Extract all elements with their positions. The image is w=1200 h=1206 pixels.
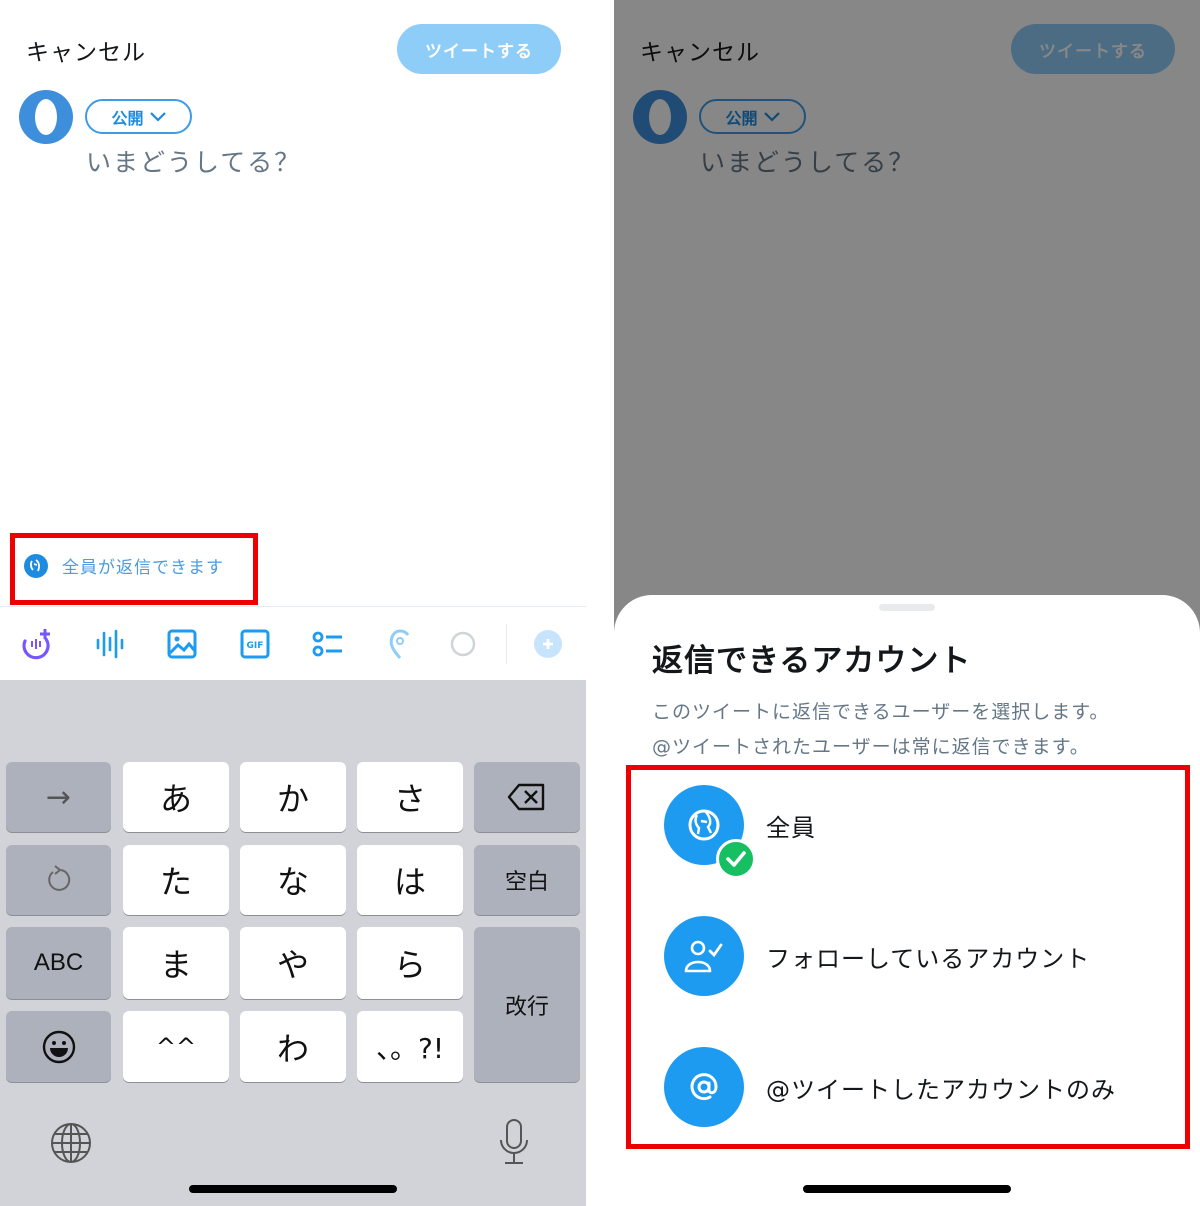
audience-label: 公開 (111, 110, 144, 128)
avatar[interactable] (19, 90, 73, 144)
description-line: @ツイートされたユーザーは常に返信できます。 (652, 736, 1090, 758)
gif-icon[interactable]: GIF (237, 626, 273, 662)
key-ra[interactable]: ら (357, 927, 463, 999)
globe-keyboard-switch-icon[interactable] (50, 1122, 92, 1168)
key-ha[interactable]: は (357, 845, 463, 915)
tweet-button[interactable]: ツイートする (397, 24, 561, 74)
key-emoji[interactable] (6, 1011, 111, 1082)
person-check-icon (664, 916, 744, 996)
key-kaomoji[interactable]: ^^ (123, 1011, 229, 1082)
undo-icon (47, 865, 70, 891)
key-next-arrow[interactable]: → (6, 762, 111, 832)
key-ka[interactable]: か (240, 762, 346, 832)
reply-settings-screen: キャンセル ツイートする 公開 いまどうしてる？ 返信できるアカウント このツイ… (614, 0, 1200, 1206)
globe-icon (24, 553, 48, 578)
key-na[interactable]: な (240, 845, 346, 915)
option-mentioned-only[interactable]: @ツイートしたアカウントのみ (664, 1045, 1174, 1129)
key-ma[interactable]: ま (123, 927, 229, 999)
voice-icon[interactable] (92, 626, 128, 662)
key-ya[interactable]: や (240, 927, 346, 999)
key-sa[interactable]: さ (357, 762, 463, 832)
location-icon[interactable] (382, 626, 418, 662)
key-return[interactable]: 改行 (474, 927, 580, 1082)
globe-icon (664, 785, 756, 879)
option-label: 全員 (766, 813, 816, 842)
cancel-button[interactable]: キャンセル (26, 33, 146, 67)
option-label: フォローしているアカウント (766, 944, 1091, 973)
audience-selector[interactable]: 公開 (85, 99, 192, 134)
emoji-icon (42, 1030, 75, 1063)
key-a[interactable]: あ (123, 762, 229, 832)
reply-setting-label: 全員が返信できます (62, 558, 224, 578)
char-count-ring-icon (445, 626, 481, 662)
spaces-icon[interactable] (19, 626, 55, 662)
sheet-description: このツイートに返信できるユーザーを選択します。 @ツイートされたユーザーは常に返… (652, 695, 1109, 765)
backspace-icon (507, 783, 545, 811)
selected-check-icon (716, 839, 756, 879)
divider (0, 606, 586, 607)
compose-screen: キャンセル ツイートする 公開 いまどうしてる？ 全員が返信できます GIF →… (0, 0, 586, 1206)
option-following[interactable]: フォローしているアカウント (664, 914, 1174, 998)
reply-setting-button[interactable]: 全員が返信できます (24, 553, 224, 578)
chevron-down-icon (149, 111, 166, 122)
home-indicator (189, 1185, 397, 1193)
at-icon (664, 1047, 744, 1127)
key-abc[interactable]: ABC (6, 927, 111, 999)
option-everyone[interactable]: 全員 (664, 783, 1174, 879)
toolbar-separator (506, 624, 507, 664)
svg-text:GIF: GIF (247, 641, 264, 651)
option-label: @ツイートしたアカウントのみ (766, 1075, 1116, 1104)
add-thread-icon[interactable] (530, 626, 566, 662)
microphone-icon[interactable] (498, 1118, 530, 1170)
key-undo[interactable] (6, 845, 111, 915)
key-backspace[interactable] (474, 762, 580, 832)
key-ta[interactable]: た (123, 845, 229, 915)
key-space[interactable]: 空白 (474, 845, 580, 915)
sheet-title: 返信できるアカウント (652, 643, 972, 679)
compose-toolbar: GIF (0, 610, 586, 680)
key-wa[interactable]: わ (240, 1011, 346, 1082)
tweet-text-input[interactable]: いまどうしてる？ (86, 143, 301, 179)
home-indicator (803, 1185, 1011, 1193)
description-line: このツイートに返信できるユーザーを選択します。 (652, 701, 1110, 723)
image-icon[interactable] (164, 626, 200, 662)
key-punctuation[interactable]: 、。?! (357, 1011, 463, 1082)
poll-icon[interactable] (310, 626, 346, 662)
sheet-grabber[interactable] (879, 604, 935, 611)
